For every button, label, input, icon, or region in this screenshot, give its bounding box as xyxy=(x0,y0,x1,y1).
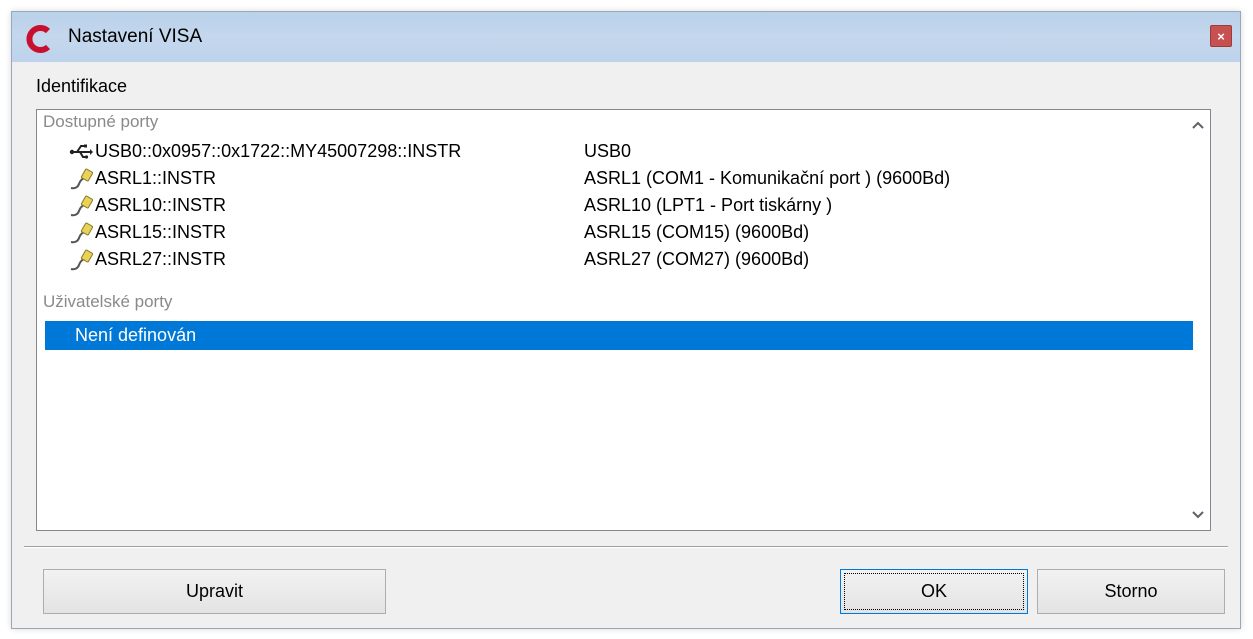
chevron-down-icon xyxy=(1192,511,1204,519)
ports-listbox[interactable]: Dostupné porty USB0::0x0957::0x1722::MY4… xyxy=(36,109,1211,531)
port-description: ASRL15 (COM15) (9600Bd) xyxy=(584,222,810,242)
port-description: USB0 xyxy=(584,141,632,161)
window-title: Nastavení VISA xyxy=(68,26,203,47)
port-name: ASRL1::INSTR xyxy=(95,168,217,188)
port-description: ASRL1 (COM1 - Komunikační port ) (9600Bd… xyxy=(584,168,951,188)
serial-cable-icon xyxy=(70,168,93,190)
scroll-up-button[interactable] xyxy=(1188,114,1208,136)
footer-separator xyxy=(24,546,1228,548)
user-port-row-selected[interactable]: Není definován xyxy=(45,321,1193,350)
serial-cable-icon xyxy=(70,195,93,217)
close-button[interactable]: × xyxy=(1210,25,1232,47)
serial-cable-icon xyxy=(70,249,93,271)
port-name: ASRL27::INSTR xyxy=(95,249,227,269)
port-row[interactable]: ASRL27::INSTR ASRL27 (COM27) (9600Bd) xyxy=(37,247,1183,274)
port-row[interactable]: ASRL1::INSTR ASRL1 (COM1 - Komunikační p… xyxy=(37,166,1183,193)
title-bar[interactable]: Nastavení VISA × xyxy=(12,12,1240,62)
port-name: USB0::0x0957::0x1722::MY45007298::INSTR xyxy=(95,141,462,161)
port-name: ASRL10::INSTR xyxy=(95,195,227,215)
focus-ring xyxy=(844,573,1024,610)
ok-button[interactable]: OK xyxy=(840,569,1028,614)
port-description: ASRL10 (LPT1 - Port tiskárny ) xyxy=(584,195,833,215)
port-row[interactable]: ASRL10::INSTR ASRL10 (LPT1 - Port tiskár… xyxy=(37,193,1183,220)
port-row[interactable]: ASRL15::INSTR ASRL15 (COM15) (9600Bd) xyxy=(37,220,1183,247)
chevron-up-icon xyxy=(1192,121,1204,129)
cancel-button[interactable]: Storno xyxy=(1037,569,1225,614)
edit-button[interactable]: Upravit xyxy=(43,569,386,614)
scroll-down-button[interactable] xyxy=(1188,504,1208,526)
app-logo-icon xyxy=(26,25,51,53)
visa-settings-dialog: Nastavení VISA × Identifikace Dostupné p… xyxy=(11,11,1241,629)
port-row[interactable]: USB0::0x0957::0x1722::MY45007298::INSTR … xyxy=(37,139,1183,166)
user-ports-header: Uživatelské porty xyxy=(43,292,173,311)
user-port-label: Není definován xyxy=(75,325,197,345)
available-ports-header: Dostupné porty xyxy=(43,112,159,131)
identification-group-label: Identifikace xyxy=(36,76,128,96)
close-icon: × xyxy=(1217,28,1225,44)
port-description: ASRL27 (COM27) (9600Bd) xyxy=(584,249,810,269)
cancel-button-label: Storno xyxy=(1104,581,1158,601)
usb-icon xyxy=(69,144,93,159)
serial-cable-icon xyxy=(70,222,93,244)
port-name: ASRL15::INSTR xyxy=(95,222,227,242)
edit-button-label: Upravit xyxy=(185,581,243,601)
